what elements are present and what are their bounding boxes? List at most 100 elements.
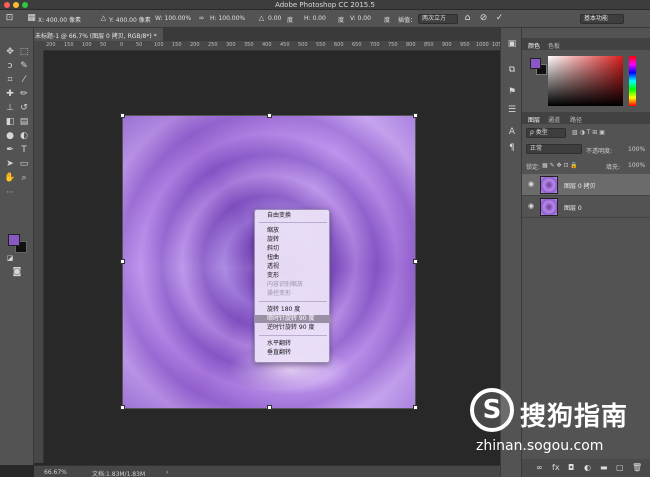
cancel-transform-icon[interactable]: ⊘: [478, 13, 489, 24]
reference-point-icon[interactable]: ▦: [26, 13, 37, 24]
menu-item-flip-horizontal[interactable]: 水平翻转: [255, 340, 331, 348]
transform-handle[interactable]: [120, 405, 125, 410]
brush-tool-icon[interactable]: ✏: [18, 88, 30, 100]
dodge-tool-icon[interactable]: ◐: [18, 130, 30, 142]
hue-slider[interactable]: [629, 56, 636, 106]
filter-icons[interactable]: ▧ ◑ T ⊞ ▣: [572, 129, 605, 136]
menu-separator: [259, 222, 327, 223]
more-tools-icon[interactable]: ⋯: [4, 186, 16, 198]
menu-item-perspective[interactable]: 透视: [255, 263, 331, 271]
eyedropper-tool-icon[interactable]: ⁄: [18, 74, 30, 86]
opacity-value[interactable]: 100%: [628, 146, 645, 153]
group-icon[interactable]: ▬: [600, 463, 608, 472]
status-menu-arrow[interactable]: ›: [166, 469, 168, 476]
x-field[interactable]: X: 400.00 像素: [38, 15, 81, 24]
relative-position-icon[interactable]: △: [98, 13, 109, 24]
foreground-color-swatch[interactable]: [8, 234, 20, 246]
layer-row[interactable]: ◉ 图层 0: [522, 196, 650, 218]
layer-name[interactable]: 图层 0 拷贝: [564, 181, 596, 190]
mask-icon[interactable]: ◘: [568, 463, 574, 472]
properties-panel-icon[interactable]: ⧉: [506, 64, 518, 76]
menu-item-free-transform[interactable]: 自由变换: [255, 212, 331, 220]
angle-field[interactable]: 0.00: [268, 15, 281, 22]
menu-item-rotate[interactable]: 旋转: [255, 236, 331, 244]
layer-kind-filter[interactable]: ρ 类型: [526, 128, 566, 138]
menu-item-distort[interactable]: 扭曲: [255, 254, 331, 262]
paragraph-panel-icon[interactable]: ¶: [506, 142, 518, 154]
transform-handle[interactable]: [120, 113, 125, 118]
document-tab[interactable]: ×未标题-1 @ 66.7% (图层 0 拷贝, RGB/8*) *: [20, 28, 163, 41]
adjustments-panel-icon[interactable]: ☰: [506, 104, 518, 116]
default-colors-icon[interactable]: ◪: [4, 252, 16, 264]
lasso-tool-icon[interactable]: ↄ: [4, 60, 16, 72]
adjustment-icon[interactable]: ◐: [584, 463, 591, 472]
eraser-tool-icon[interactable]: ◧: [4, 116, 16, 128]
menu-item-flip-vertical[interactable]: 垂直翻转: [255, 349, 331, 357]
commit-transform-icon[interactable]: ✓: [494, 13, 505, 24]
vskew-field[interactable]: V: 0.00: [350, 15, 371, 22]
rectangle-tool-icon[interactable]: ▭: [18, 158, 30, 170]
fx-icon[interactable]: fx: [552, 463, 560, 472]
interpolation-select[interactable]: 两次立方: [418, 14, 458, 24]
panel-foreground-swatch[interactable]: [530, 58, 541, 69]
new-layer-icon[interactable]: ▢: [616, 463, 624, 472]
gradient-tool-icon[interactable]: ▤: [18, 116, 30, 128]
blur-tool-icon[interactable]: ●: [4, 130, 16, 142]
tab-color[interactable]: 颜色: [528, 41, 540, 50]
path-select-tool-icon[interactable]: ➤: [4, 158, 16, 170]
history-brush-tool-icon[interactable]: ↺: [18, 102, 30, 114]
horizontal-ruler[interactable]: 200 150 100 50 0 50 100 150 200 250 300 …: [44, 41, 505, 51]
blend-mode-select[interactable]: 正常: [526, 144, 582, 154]
transform-tool-icon[interactable]: ⊡: [4, 13, 15, 24]
menu-item-rotate-90-ccw[interactable]: 逆时针旋转 90 度: [255, 324, 331, 332]
zoom-tool-icon[interactable]: ⌕: [18, 172, 30, 184]
tab-layers[interactable]: 图层: [528, 115, 540, 124]
transform-handle[interactable]: [413, 113, 418, 118]
quick-select-tool-icon[interactable]: ✎: [18, 60, 30, 72]
color-picker-field[interactable]: [548, 56, 623, 106]
healing-tool-icon[interactable]: ✚: [4, 88, 16, 100]
marquee-tool-icon[interactable]: ⬚: [18, 46, 30, 58]
history-panel-icon[interactable]: ▣: [506, 38, 518, 50]
quick-mask-icon[interactable]: ◙: [11, 266, 23, 278]
layer-name[interactable]: 图层 0: [564, 203, 582, 212]
transform-handle[interactable]: [120, 259, 125, 264]
warp-mode-icon[interactable]: ⌂: [462, 13, 473, 24]
ruler-tick: 100: [154, 42, 164, 48]
transform-handle[interactable]: [267, 405, 272, 410]
eye-icon[interactable]: ◉: [528, 202, 534, 210]
hskew-field[interactable]: H: 0.00: [304, 15, 326, 22]
transform-handle[interactable]: [413, 405, 418, 410]
menu-item-skew[interactable]: 斜切: [255, 245, 331, 253]
fill-value[interactable]: 100%: [628, 162, 645, 169]
tab-swatches[interactable]: 色板: [548, 41, 560, 50]
transform-handle[interactable]: [413, 259, 418, 264]
tab-channels[interactable]: 通道: [548, 115, 560, 124]
transform-handle[interactable]: [267, 113, 272, 118]
menu-item-warp[interactable]: 变形: [255, 272, 331, 280]
hand-tool-icon[interactable]: ✋: [4, 172, 16, 184]
crop-tool-icon[interactable]: ⌗: [4, 74, 16, 86]
stamp-tool-icon[interactable]: ⊥: [4, 102, 16, 114]
layer-row[interactable]: ◉ 图层 0 拷贝: [522, 174, 650, 196]
pen-tool-icon[interactable]: ✒: [4, 144, 16, 156]
tab-paths[interactable]: 路径: [570, 115, 582, 124]
menu-item-rotate-90-cw[interactable]: 顺时针旋转 90 度: [255, 315, 331, 323]
trash-icon[interactable]: 🗑: [632, 463, 642, 472]
lock-icons[interactable]: ▦ ✎ ✥ ⊡ 🔒: [542, 162, 578, 169]
width-field[interactable]: W: 100.00%: [155, 15, 191, 22]
menu-item-rotate-180[interactable]: 旋转 180 度: [255, 306, 331, 314]
workspace-select[interactable]: 基本功能: [580, 14, 624, 24]
zoom-level[interactable]: 66.67%: [44, 469, 67, 476]
character-panel-icon[interactable]: A: [506, 126, 518, 138]
link-aspect-icon[interactable]: ∞: [196, 13, 207, 24]
height-field[interactable]: H: 100.00%: [210, 15, 245, 22]
brush-panel-icon[interactable]: ⚑: [506, 86, 518, 98]
menu-item-scale[interactable]: 缩放: [255, 227, 331, 235]
link-icon[interactable]: ∞: [536, 463, 543, 472]
eye-icon[interactable]: ◉: [528, 180, 534, 188]
y-field[interactable]: Y: 400.00 像素: [109, 15, 151, 24]
type-tool-icon[interactable]: T: [18, 144, 30, 156]
move-tool-icon[interactable]: ✥: [4, 46, 16, 58]
vertical-ruler[interactable]: [34, 51, 44, 463]
